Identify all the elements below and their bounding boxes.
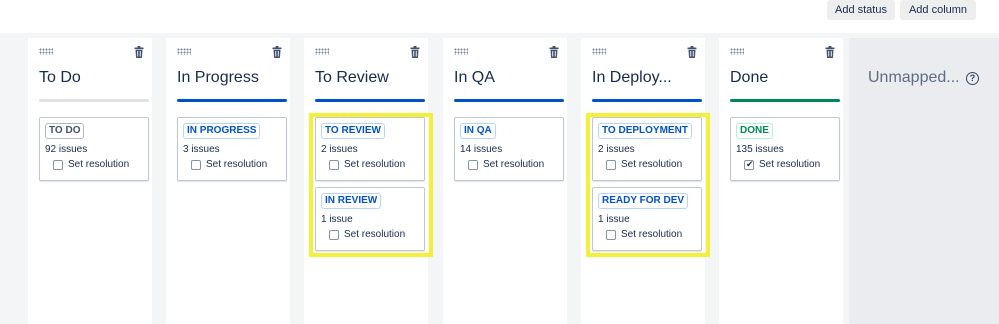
status-lozenge: IN PROGRESS: [183, 123, 261, 139]
trash-icon[interactable]: [410, 46, 420, 58]
unmapped-column-title: Unmapped...: [868, 69, 960, 86]
column-done[interactable]: Done DONE 135 issues ✔ Set resolution: [719, 38, 843, 324]
set-resolution-checkbox[interactable]: ✔: [744, 159, 754, 170]
help-icon[interactable]: ?: [966, 72, 979, 85]
add-status-button[interactable]: Add status: [827, 0, 895, 20]
issue-count: 3 issues: [183, 144, 220, 155]
trash-icon[interactable]: [272, 46, 282, 58]
status-lozenge: TO DO: [45, 123, 85, 139]
status-card-in-qa[interactable]: IN QA 14 issues Set resolution: [454, 117, 564, 181]
column-category-bar: [39, 99, 149, 102]
column-category-bar: [177, 99, 287, 102]
column-title[interactable]: To Do: [39, 69, 81, 87]
column-in-progress[interactable]: In Progress IN PROGRESS 3 issues Set resolu…: [166, 38, 290, 324]
column-title[interactable]: In QA: [454, 69, 495, 87]
column-title[interactable]: In Deploy...: [592, 69, 672, 87]
highlight-frame: [309, 113, 433, 257]
set-resolution-label: Set resolution: [759, 159, 821, 170]
drag-handle-icon[interactable]: [177, 48, 191, 55]
trash-icon[interactable]: [549, 46, 559, 58]
trash-icon[interactable]: [825, 46, 835, 58]
set-resolution-label: Set resolution: [68, 159, 130, 170]
unmapped-statuses-column: Unmapped... ?: [849, 38, 999, 324]
drag-handle-icon[interactable]: [39, 48, 53, 55]
drag-handle-icon[interactable]: [592, 48, 606, 55]
set-resolution-checkbox[interactable]: [53, 160, 63, 170]
column-category-bar: [730, 99, 840, 102]
issue-count: 135 issues: [736, 144, 784, 155]
drag-handle-icon[interactable]: [730, 48, 744, 55]
status-card-done[interactable]: DONE 135 issues ✔ Set resolution: [730, 117, 840, 181]
board-toolbar: Add status Add column: [0, 0, 999, 33]
set-resolution-label: Set resolution: [206, 159, 268, 170]
status-card-to-do[interactable]: TO DO 92 issues Set resolution: [39, 117, 149, 181]
status-lozenge: DONE: [736, 123, 773, 139]
column-title[interactable]: To Review: [315, 69, 389, 87]
issue-count: 14 issues: [460, 144, 503, 155]
column-in-qa[interactable]: In QA IN QA 14 issues Set resolution: [443, 38, 567, 324]
status-card-in-progress[interactable]: IN PROGRESS 3 issues Set resolution: [177, 117, 287, 181]
column-title[interactable]: Done: [730, 69, 768, 87]
column-to-do[interactable]: To Do TO DO 92 issues Set resolution: [28, 38, 152, 324]
column-title[interactable]: In Progress: [177, 69, 259, 87]
set-resolution-label: Set resolution: [483, 159, 545, 170]
set-resolution-checkbox[interactable]: [191, 160, 201, 170]
checkmark-icon: ✔: [746, 159, 754, 169]
issue-count: 92 issues: [45, 144, 88, 155]
drag-handle-icon[interactable]: [315, 48, 329, 55]
set-resolution-checkbox[interactable]: [468, 160, 478, 170]
trash-icon[interactable]: [687, 46, 697, 58]
status-lozenge: IN QA: [460, 123, 496, 139]
column-category-bar: [592, 99, 702, 102]
add-column-button[interactable]: Add column: [900, 0, 976, 20]
board-columns: Unmapped... ? To Do TO DO 92 issues Set res…: [0, 33, 999, 324]
highlight-frame: [586, 113, 710, 257]
column-category-bar: [315, 99, 425, 102]
column-category-bar: [454, 99, 564, 102]
drag-handle-icon[interactable]: [454, 48, 468, 55]
trash-icon[interactable]: [134, 46, 144, 58]
